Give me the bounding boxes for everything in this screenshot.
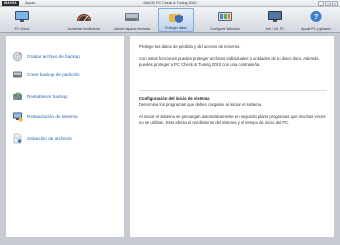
burn-backup-icon xyxy=(12,51,23,62)
toolbar-info[interactable]: Info / Ult. PC xyxy=(256,8,294,32)
monitor-info-icon xyxy=(268,11,282,22)
window-controls: _ □ × xyxy=(318,1,338,6)
sidebar-item-label: Restablecer backup xyxy=(27,94,68,99)
main-toolbar: PC Check Aumentar rendimiento Liberar es… xyxy=(0,7,340,33)
restore-backup-icon xyxy=(13,92,22,100)
maximize-button[interactable]: □ xyxy=(325,1,331,6)
toolbar-label: Info / Ult. PC xyxy=(265,27,285,31)
content-divider xyxy=(139,90,327,91)
toolbar-pc-check[interactable]: PC Check xyxy=(2,8,42,32)
toolbar-label: Proteger datos xyxy=(165,26,187,30)
help-icon: ? xyxy=(310,11,322,22)
sidebar-item-label: Restauración de sistema xyxy=(27,114,78,119)
speedometer-icon xyxy=(77,14,91,22)
svg-text:?: ? xyxy=(314,14,318,21)
toolbar-aumentar-rendimiento[interactable]: Aumentar rendimiento xyxy=(60,8,108,32)
settings-panel-icon xyxy=(218,12,232,21)
menu-ayuda[interactable]: Ayuda xyxy=(25,1,35,6)
file-rescue-icon xyxy=(13,133,22,144)
section-title: Configuración del inicio de sistema xyxy=(139,96,210,101)
content-intro: Protege tus datos de pérdida y del acces… xyxy=(139,44,241,49)
section-subtitle: Determina los programas que deben cargar… xyxy=(139,102,263,107)
content-description: Con estas funciones puedes proteger arch… xyxy=(139,56,320,67)
toolbar-label: Aumentar rendimiento xyxy=(67,27,101,31)
disk-icon xyxy=(125,13,139,21)
title-bar: MAGIX Ayuda MAGIX PC Check & Tuning 2010… xyxy=(0,0,340,7)
system-restore-icon xyxy=(13,112,23,122)
partition-backup-icon xyxy=(13,71,22,78)
toolbar-label: Ayuda PC y glosario xyxy=(301,27,331,31)
sidebar-item-grabar-backup[interactable]: Grabar archivo de backup xyxy=(12,50,122,64)
close-button[interactable]: × xyxy=(332,1,338,6)
sidebar-item-crear-backup-particion[interactable]: Crear backup de partición xyxy=(12,68,122,82)
sidebar-item-salvacion-archivos[interactable]: Salvación de archivos xyxy=(12,132,122,146)
app-logo: MAGIX xyxy=(2,1,19,6)
toolbar-label: Liberar espacio memoria xyxy=(113,27,151,31)
content-panel: Protege tus datos de pérdida y del acces… xyxy=(129,35,335,238)
toolbar-configurar-windows[interactable]: Configurar Windows xyxy=(198,8,252,32)
shield-folder-icon xyxy=(169,14,183,23)
monitor-icon xyxy=(15,11,29,22)
sidebar-item-restauracion-sistema[interactable]: Restauración de sistema xyxy=(12,110,122,124)
toolbar-proteger-datos[interactable]: Proteger datos xyxy=(158,8,194,32)
sidebar: Grabar archivo de backup Crear backup de… xyxy=(5,35,125,238)
sidebar-item-label: Grabar archivo de backup xyxy=(27,54,80,59)
minimize-button[interactable]: _ xyxy=(318,1,324,6)
toolbar-ayuda[interactable]: ? Ayuda PC y glosario xyxy=(294,8,338,32)
window-title: MAGIX PC Check & Tuning 2010 xyxy=(143,1,197,5)
sidebar-item-restablecer-backup[interactable]: Restablecer backup xyxy=(12,90,122,104)
toolbar-label: PC Check xyxy=(14,27,30,31)
toolbar-liberar-espacio[interactable]: Liberar espacio memoria xyxy=(108,8,156,32)
section-text: Al iniciar el sistema se precargan autom… xyxy=(139,114,326,125)
sidebar-item-label: Salvación de archivos xyxy=(27,136,72,141)
toolbar-label: Configurar Windows xyxy=(210,27,240,31)
sidebar-item-label: Crear backup de partición xyxy=(27,72,80,77)
